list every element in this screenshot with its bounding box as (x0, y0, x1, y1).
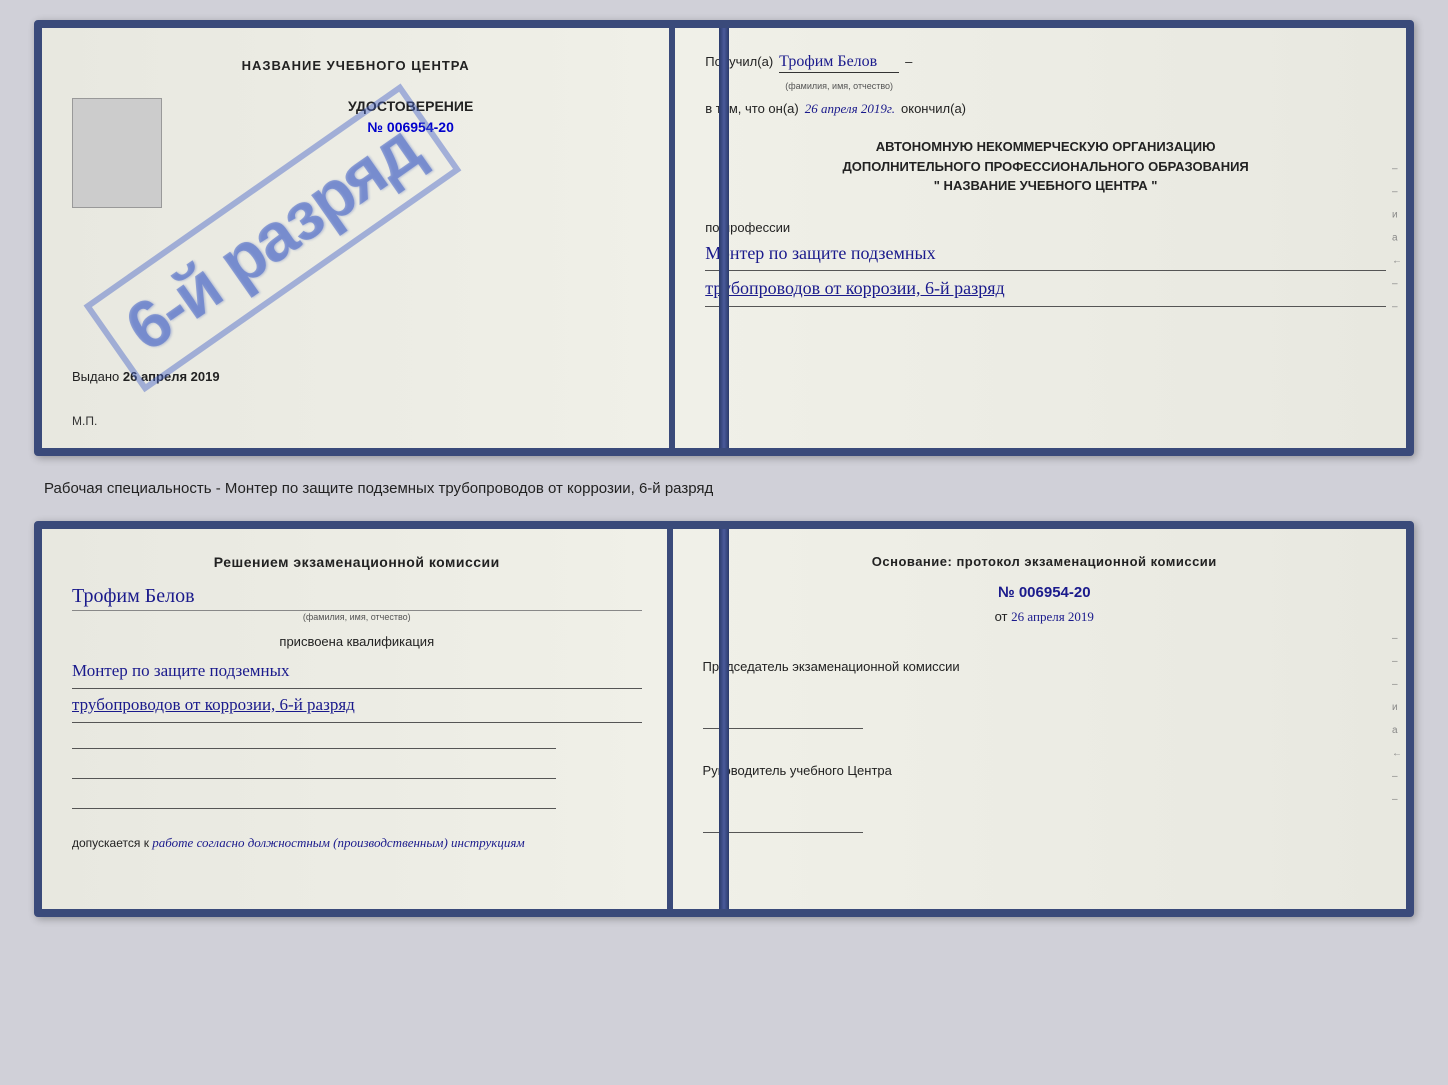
certificate-top: НАЗВАНИЕ УЧЕБНОГО ЦЕНТРА УДОСТОВЕРЕНИЕ №… (34, 20, 1414, 456)
osnov-label: Основание: протокол экзаменационной коми… (703, 554, 1386, 569)
profession-value1: Монтер по защите подземных (705, 239, 1386, 272)
mp-label: М.П. (72, 414, 639, 428)
bottom-number: № 006954-20 (703, 584, 1386, 601)
bottom-date: от 26 апреля 2019 (703, 609, 1386, 625)
commission-label: Решением экзаменационной комиссии (72, 554, 642, 570)
cert-photo-placeholder (72, 98, 162, 208)
blank-line-2 (72, 761, 556, 779)
blank-line-1 (72, 731, 556, 749)
certificate-bottom: Решением экзаменационной комиссии Трофим… (34, 521, 1414, 917)
director-signature (703, 815, 863, 833)
blank-line-3 (72, 791, 556, 809)
cert-doc-type: УДОСТОВЕРЕНИЕ (182, 98, 639, 114)
right-edge-marks: – – и а ← – – (1392, 164, 1402, 313)
name-annotation: (фамилия, имя, отчество) (785, 81, 1386, 91)
cert-bottom-right: Основание: протокол экзаменационной коми… (673, 529, 1406, 909)
assigned-label: присвоена квалификация (72, 634, 642, 649)
cert-top-left: НАЗВАНИЕ УЧЕБНОГО ЦЕНТРА УДОСТОВЕРЕНИЕ №… (42, 28, 675, 448)
chairman-signature (703, 711, 863, 729)
profession-label: по профессии (705, 220, 1386, 235)
in-that-line: в том, что он(а) 26 апреля 2019г. окончи… (705, 101, 1386, 117)
org-block: АВТОНОМНУЮ НЕКОММЕРЧЕСКУЮ ОРГАНИЗАЦИЮ ДО… (705, 137, 1386, 196)
chairman-label: Председатель экзаменационной комиссии (703, 658, 1386, 676)
cert-number: № 006954-20 (182, 119, 639, 135)
received-line: Получил(а) Трофим Белов – (705, 53, 1386, 73)
bottom-profession2: трубопроводов от коррозии, 6-й разряд (72, 691, 642, 723)
bottom-name-annotation: (фамилия, имя, отчество) (72, 610, 642, 622)
allowed-text: допускается к работе согласно должностны… (72, 835, 642, 851)
profession-value2: трубопроводов от коррозии, 6-й разряд (705, 274, 1386, 307)
director-label: Руководитель учебного Центра (703, 762, 1386, 780)
cert-top-right: Получил(а) Трофим Белов – (фамилия, имя,… (675, 28, 1406, 448)
separator-text: Рабочая специальность - Монтер по защите… (34, 474, 1414, 503)
cert-bottom-left: Решением экзаменационной комиссии Трофим… (42, 529, 673, 909)
bottom-name: Трофим Белов (72, 585, 642, 608)
cert-issued: Выдано 26 апреля 2019 (72, 349, 639, 384)
bottom-right-edge-marks: – – – и а ← – – (1392, 633, 1402, 805)
bottom-profession1: Монтер по защите подземных (72, 657, 642, 689)
cert-title: НАЗВАНИЕ УЧЕБНОГО ЦЕНТРА (72, 58, 639, 73)
